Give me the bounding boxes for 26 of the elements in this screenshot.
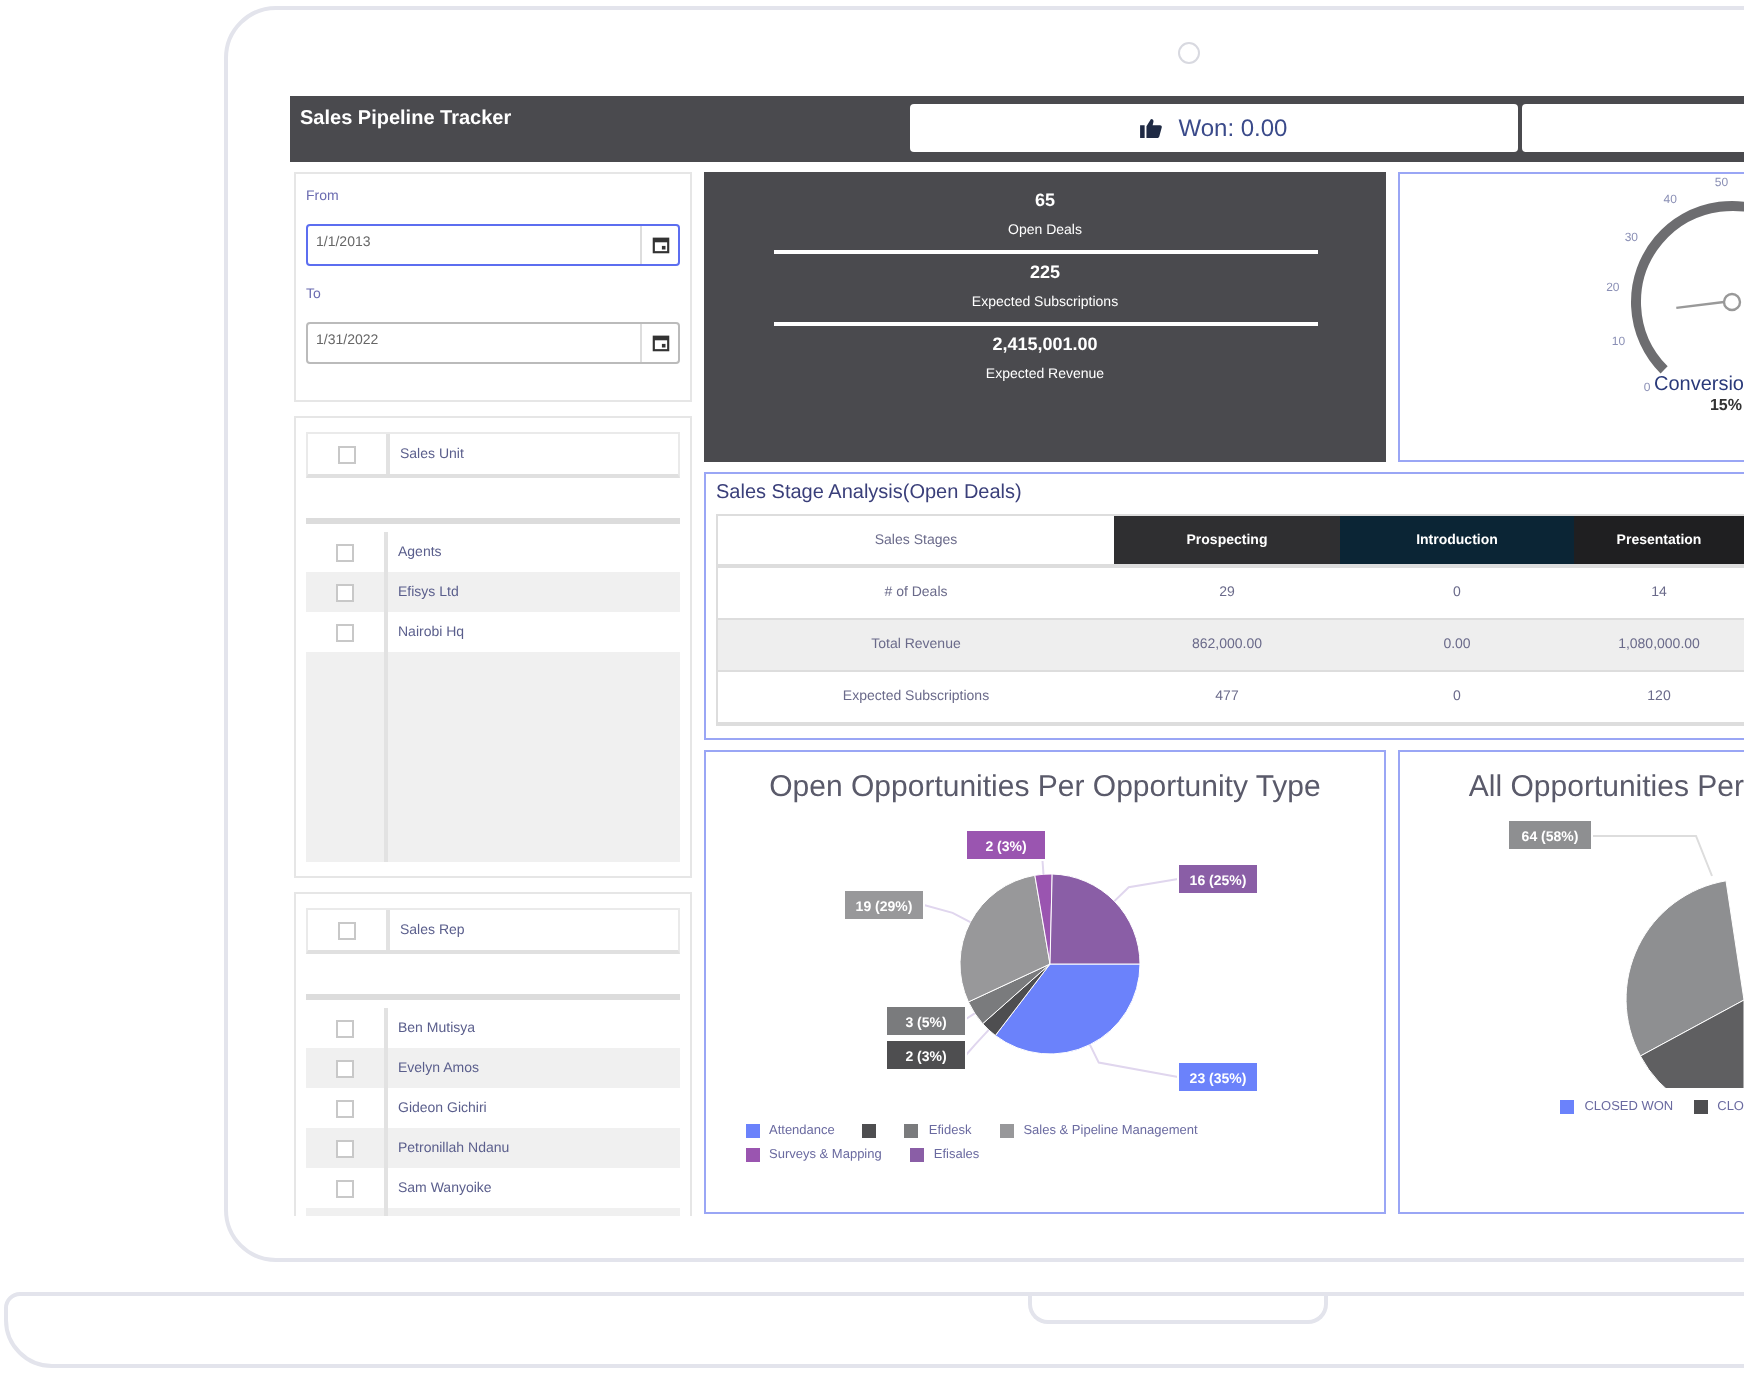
app-title: Sales Pipeline Tracker (300, 106, 514, 130)
checkbox[interactable] (336, 1139, 354, 1157)
kpi-value: 225 (1029, 262, 1061, 282)
chart-title: Open Opportunities Per Opportunity Type (769, 770, 1321, 804)
kpi-value: 65 (1034, 190, 1055, 210)
leader-line (1591, 835, 1713, 877)
leader-line (1088, 1043, 1179, 1078)
select-all-checkbox[interactable] (338, 921, 356, 939)
chart-title: All Opportunities Per (1468, 770, 1744, 804)
checkbox[interactable] (336, 1019, 354, 1037)
won-amount: Won: 0.00 (1178, 114, 1288, 142)
checkbox[interactable] (336, 583, 354, 601)
checkbox[interactable] (336, 1099, 354, 1117)
leader-line (1113, 878, 1179, 903)
table-title: Sales Stage Analysis(Open Deals) (716, 482, 1024, 504)
gauge-reading: 15% (1709, 396, 1742, 414)
kpi-value: 2,415,001.00 (992, 334, 1098, 354)
checkbox[interactable] (336, 1059, 354, 1077)
checkbox[interactable] (336, 543, 354, 561)
camera-dot (1178, 42, 1200, 64)
checkbox[interactable] (336, 1179, 354, 1197)
checkbox[interactable] (336, 623, 354, 641)
gauge-title: Conversio (1653, 374, 1744, 396)
thumbs-up-icon (1140, 118, 1163, 138)
select-all-checkbox[interactable] (338, 445, 356, 463)
leader-line (923, 904, 972, 924)
